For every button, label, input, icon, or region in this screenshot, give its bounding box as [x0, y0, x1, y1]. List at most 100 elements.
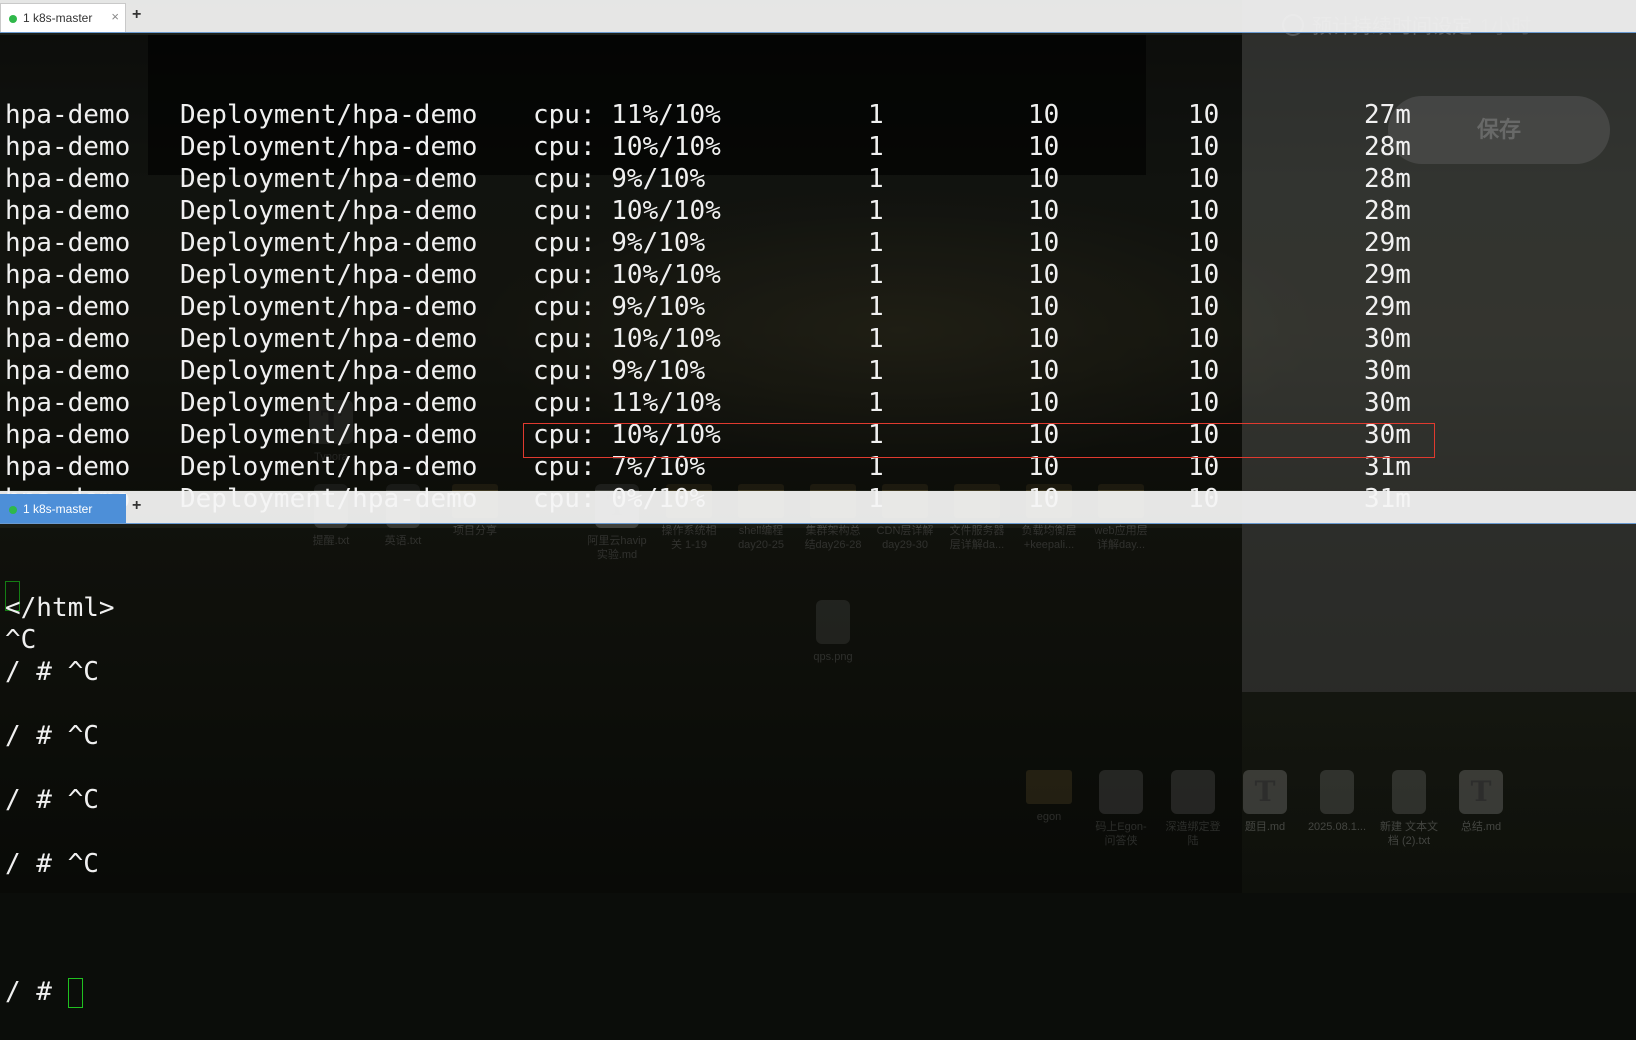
desktop-icon-label: 题目.md: [1244, 821, 1286, 833]
hpa-row: hpa-demo Deployment/hpa-demo cpu: 11%/10% 1…: [0, 387, 1411, 419]
save-button[interactable]: 保存: [1388, 96, 1610, 164]
hpa-minpods: 1: [868, 292, 884, 322]
connection-status-dot: [9, 506, 17, 514]
hpa-minpods: 1: [868, 356, 884, 386]
hpa-row: hpa-demo Deployment/hpa-demo cpu: 11%/10% 1…: [0, 99, 1411, 131]
settings-panel: 预计持续时间设定1小时 保存: [1242, 0, 1636, 692]
hpa-maxpods: 10: [1028, 388, 1060, 418]
terminal-output-bottom: </html> ^C / # ^C / # ^C / # ^C / # ^C: [0, 592, 1242, 912]
tab-label: 1 k8s-master: [23, 502, 93, 516]
text-file-icon: [1320, 770, 1354, 814]
hpa-minpods: 1: [868, 260, 884, 290]
hpa-replicas: 10: [1188, 388, 1220, 418]
hpa-reference: Deployment/hpa-demo: [180, 100, 478, 130]
terminal-line: </html>: [5, 593, 115, 623]
hpa-name: hpa-demo: [5, 132, 131, 162]
hpa-reference: Deployment/hpa-demo: [180, 324, 478, 354]
hpa-row: hpa-demo Deployment/hpa-demo cpu: 9%/10% 1 1…: [0, 227, 1411, 259]
typora-icon: T: [1459, 770, 1503, 814]
hpa-maxpods: 10: [1028, 100, 1060, 130]
hpa-maxpods: 10: [1028, 324, 1060, 354]
hpa-replicas: 10: [1188, 324, 1220, 354]
hpa-maxpods: 10: [1028, 228, 1060, 258]
hpa-replicas: 10: [1188, 100, 1220, 130]
hpa-maxpods: 10: [1028, 260, 1060, 290]
hpa-maxpods: 10: [1028, 164, 1060, 194]
desktop-icon[interactable]: 新建 文本文档 (2).txt: [1378, 770, 1440, 848]
hpa-targets: cpu: 9%/10%: [533, 228, 706, 258]
hpa-targets: cpu: 11%/10%: [533, 388, 721, 418]
hpa-age: 30m: [1364, 388, 1411, 418]
hpa-age: 28m: [1364, 132, 1411, 162]
hpa-minpods: 1: [868, 388, 884, 418]
desktop-icon[interactable]: T 题目.md: [1234, 770, 1296, 834]
hpa-name: hpa-demo: [5, 292, 131, 322]
hpa-row: hpa-demo Deployment/hpa-demo cpu: 9%/10% 1 1…: [0, 355, 1411, 387]
hpa-replicas: 10: [1188, 228, 1220, 258]
hpa-minpods: 1: [868, 100, 884, 130]
hpa-targets: cpu: 9%/10%: [533, 164, 706, 194]
hpa-age: 30m: [1364, 356, 1411, 386]
hpa-name: hpa-demo: [5, 324, 131, 354]
terminal-prompt-bottom[interactable]: / #: [0, 976, 1242, 1008]
hpa-minpods: 1: [868, 132, 884, 162]
highlight-box: [523, 423, 1435, 458]
terminal-pane-bottom[interactable]: </html> ^C / # ^C / # ^C / # ^C / # ^C / #: [0, 528, 1242, 1008]
hpa-targets: cpu: 10%/10%: [533, 324, 721, 354]
hpa-row: hpa-demo Deployment/hpa-demo cpu: 9%/10% 1 1…: [0, 163, 1411, 195]
hpa-minpods: 1: [868, 324, 884, 354]
desktop-icon-label: 2025.08.1...: [1307, 821, 1367, 833]
typora-icon: T: [1243, 770, 1287, 814]
hpa-reference: Deployment/hpa-demo: [180, 260, 478, 290]
hpa-minpods: 1: [868, 164, 884, 194]
hpa-age: 29m: [1364, 228, 1411, 258]
new-tab-button[interactable]: +: [132, 497, 141, 515]
new-tab-button[interactable]: +: [132, 6, 141, 24]
connection-status-dot: [9, 15, 17, 23]
hpa-replicas: 10: [1188, 356, 1220, 386]
hpa-name: hpa-demo: [5, 420, 131, 450]
terminal-line: / # ^C: [5, 721, 99, 751]
hpa-name: hpa-demo: [5, 260, 131, 290]
hpa-maxpods: 10: [1028, 196, 1060, 226]
hpa-name: hpa-demo: [5, 228, 131, 258]
hpa-row: hpa-demo Deployment/hpa-demo cpu: 10%/10% 1…: [0, 259, 1411, 291]
hpa-age: 30m: [1364, 324, 1411, 354]
hpa-name: hpa-demo: [5, 356, 131, 386]
hpa-reference: Deployment/hpa-demo: [180, 132, 478, 162]
hpa-reference: Deployment/hpa-demo: [180, 356, 478, 386]
tab-k8s-master-bottom[interactable]: 1 k8s-master: [0, 494, 126, 523]
terminal-line: / # ^C: [5, 849, 99, 879]
hpa-reference: Deployment/hpa-demo: [180, 420, 478, 450]
hpa-name: hpa-demo: [5, 388, 131, 418]
hpa-reference: Deployment/hpa-demo: [180, 292, 478, 322]
hpa-reference: Deployment/hpa-demo: [180, 388, 478, 418]
hpa-targets: cpu: 11%/10%: [533, 100, 721, 130]
tab-k8s-master-top[interactable]: 1 k8s-master ×: [0, 3, 126, 32]
desktop-icon[interactable]: 2025.08.1...: [1306, 770, 1368, 834]
hpa-row: hpa-demo Deployment/hpa-demo cpu: 10%/10% 1…: [0, 323, 1411, 355]
hpa-maxpods: 10: [1028, 356, 1060, 386]
hpa-replicas: 10: [1188, 164, 1220, 194]
text-file-icon: [1392, 770, 1426, 814]
terminal-line: ^C: [5, 625, 37, 655]
hpa-name: hpa-demo: [5, 164, 131, 194]
hpa-age: 28m: [1364, 196, 1411, 226]
hpa-minpods: 1: [868, 228, 884, 258]
hpa-row: hpa-demo Deployment/hpa-demo cpu: 10%/10% 1…: [0, 195, 1411, 227]
desktop-icon[interactable]: T 总结.md: [1450, 770, 1512, 834]
close-icon[interactable]: ×: [111, 9, 119, 24]
desktop-icon-label: 新建 文本文档 (2).txt: [1379, 821, 1439, 847]
hpa-age: 28m: [1364, 164, 1411, 194]
hpa-replicas: 10: [1188, 260, 1220, 290]
hpa-name: hpa-demo: [5, 100, 131, 130]
terminal-pane-top[interactable]: hpa-demo Deployment/hpa-demo cpu: 11%/10% 1…: [0, 35, 1435, 611]
hpa-name: hpa-demo: [5, 196, 131, 226]
hpa-reference: Deployment/hpa-demo: [180, 196, 478, 226]
hpa-targets: cpu: 9%/10%: [533, 356, 706, 386]
hpa-row: hpa-demo Deployment/hpa-demo cpu: 10%/10% 1…: [0, 131, 1411, 163]
hpa-targets: cpu: 9%/10%: [533, 292, 706, 322]
hpa-age: 29m: [1364, 260, 1411, 290]
